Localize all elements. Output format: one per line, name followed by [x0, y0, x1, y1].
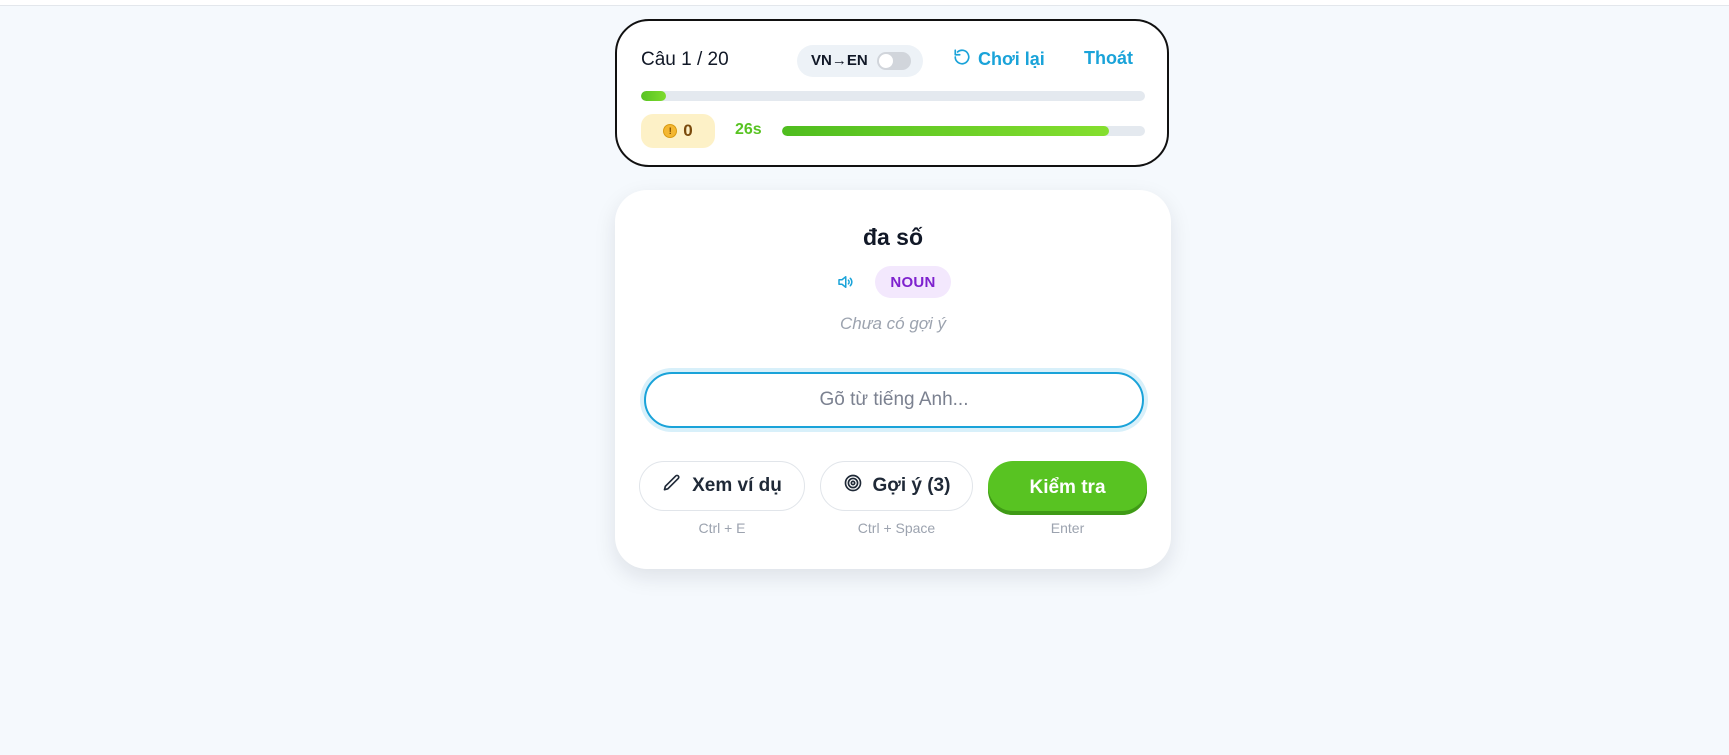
speaker-icon[interactable]	[835, 272, 855, 292]
coin-count: 0	[683, 121, 693, 140]
direction-toggle[interactable]: VN→EN	[797, 45, 923, 77]
hint-shortcut-hint: Ctrl + Space	[857, 520, 936, 536]
check-label: Kiểm tra	[1029, 477, 1106, 498]
hint-text: Chưa có gợi ý	[839, 314, 947, 333]
coin-badge: ! 0	[641, 114, 715, 148]
question-word: đa số	[862, 224, 924, 250]
replay-button[interactable]: Chơi lại	[953, 48, 1045, 71]
hint-button[interactable]: Gợi ý (3)	[820, 461, 973, 511]
direction-switch[interactable]	[877, 52, 911, 70]
answer-input[interactable]	[644, 372, 1144, 428]
question-card: đa số NOUN Chưa có gợi ý Xem ví dụ	[615, 190, 1171, 569]
exit-button[interactable]: Thoát	[1084, 48, 1133, 69]
question-counter: Câu 1 / 20	[641, 49, 729, 70]
show-example-label: Xem ví dụ	[692, 475, 782, 496]
check-shortcut-hint: Enter	[1050, 520, 1085, 536]
question-progress-bar	[641, 91, 1145, 101]
target-icon	[843, 473, 863, 499]
word-meta: NOUN	[615, 266, 1171, 298]
show-example-button[interactable]: Xem ví dụ	[639, 461, 805, 511]
timer-fill	[782, 126, 1109, 136]
question-progress-fill	[641, 91, 667, 101]
check-button[interactable]: Kiểm tra	[988, 461, 1147, 515]
part-of-speech-badge: NOUN	[875, 266, 951, 298]
top-bar	[0, 0, 1729, 6]
pencil-icon	[662, 473, 682, 499]
rotate-ccw-icon	[953, 48, 971, 71]
direction-label: VN→EN	[811, 52, 868, 69]
switch-knob	[879, 54, 893, 68]
timer-bar	[782, 126, 1145, 136]
coin-icon: !	[663, 124, 678, 138]
example-shortcut-hint: Ctrl + E	[698, 520, 746, 536]
hint-label: Gợi ý (3)	[872, 475, 951, 496]
replay-label: Chơi lại	[978, 49, 1045, 69]
quiz-header: Câu 1 / 20 VN→EN Chơi lại Thoát ! 0 26s	[615, 19, 1169, 167]
timer-label: 26s	[735, 121, 762, 138]
